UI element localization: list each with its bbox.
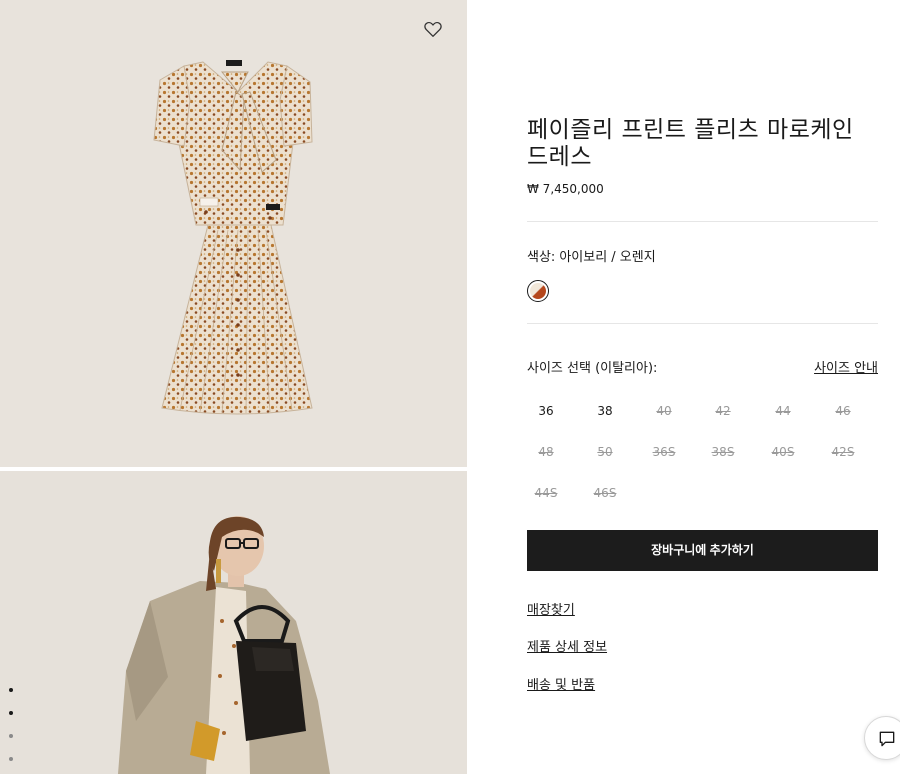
size-option[interactable]: 42S	[824, 445, 862, 459]
size-option[interactable]: 38S	[704, 445, 742, 459]
heart-icon[interactable]	[422, 18, 444, 40]
color-label: 색상:	[527, 250, 556, 265]
color-value: 아이보리 / 오렌지	[559, 250, 656, 265]
size-option[interactable]: 36S	[645, 445, 683, 459]
gallery-dot[interactable]	[9, 711, 13, 715]
model-illustration	[118, 516, 330, 774]
gallery-pagination	[9, 688, 17, 774]
divider	[527, 323, 878, 324]
size-option[interactable]: 42	[704, 404, 742, 418]
divider	[527, 221, 878, 222]
size-option[interactable]: 38	[586, 404, 624, 418]
size-option[interactable]: 46S	[586, 486, 624, 500]
gallery-dot[interactable]	[9, 734, 13, 738]
size-option[interactable]: 44S	[527, 486, 565, 500]
gallery-dot[interactable]	[9, 688, 13, 692]
gallery-dot[interactable]	[9, 757, 13, 761]
size-option[interactable]: 46	[824, 404, 862, 418]
product-gallery	[0, 0, 467, 774]
product-price: ₩ 7,450,000	[527, 182, 604, 196]
size-option[interactable]: 50	[586, 445, 624, 459]
dress-illustration	[153, 60, 313, 415]
color-label-row: 색상: 아이보리 / 오렌지	[527, 246, 656, 265]
product-details-link[interactable]: 제품 상세 정보	[527, 636, 607, 655]
size-option[interactable]: 44	[764, 404, 802, 418]
size-guide-link[interactable]: 사이즈 안내	[814, 357, 878, 376]
add-to-cart-button[interactable]: 장바구니에 추가하기	[527, 530, 878, 571]
product-title: 페이즐리 프린트 플리츠 마로케인 드레스	[527, 117, 854, 170]
size-option[interactable]: 36	[527, 404, 565, 418]
size-option[interactable]: 40S	[764, 445, 802, 459]
color-swatch-ivory-orange[interactable]	[527, 280, 549, 302]
size-option[interactable]: 48	[527, 445, 565, 459]
swatch-fill	[530, 283, 546, 299]
size-option[interactable]: 40	[645, 404, 683, 418]
chat-button[interactable]	[864, 716, 900, 760]
product-image-dress[interactable]	[0, 0, 467, 467]
size-label: 사이즈 선택 (이탈리아):	[527, 361, 658, 376]
size-header: 사이즈 선택 (이탈리아): 사이즈 안내	[527, 357, 878, 376]
shipping-returns-link[interactable]: 배송 및 반품	[527, 674, 595, 693]
store-finder-link[interactable]: 매장찾기	[527, 599, 575, 618]
chat-icon	[879, 731, 895, 747]
product-image-model[interactable]	[0, 471, 467, 774]
